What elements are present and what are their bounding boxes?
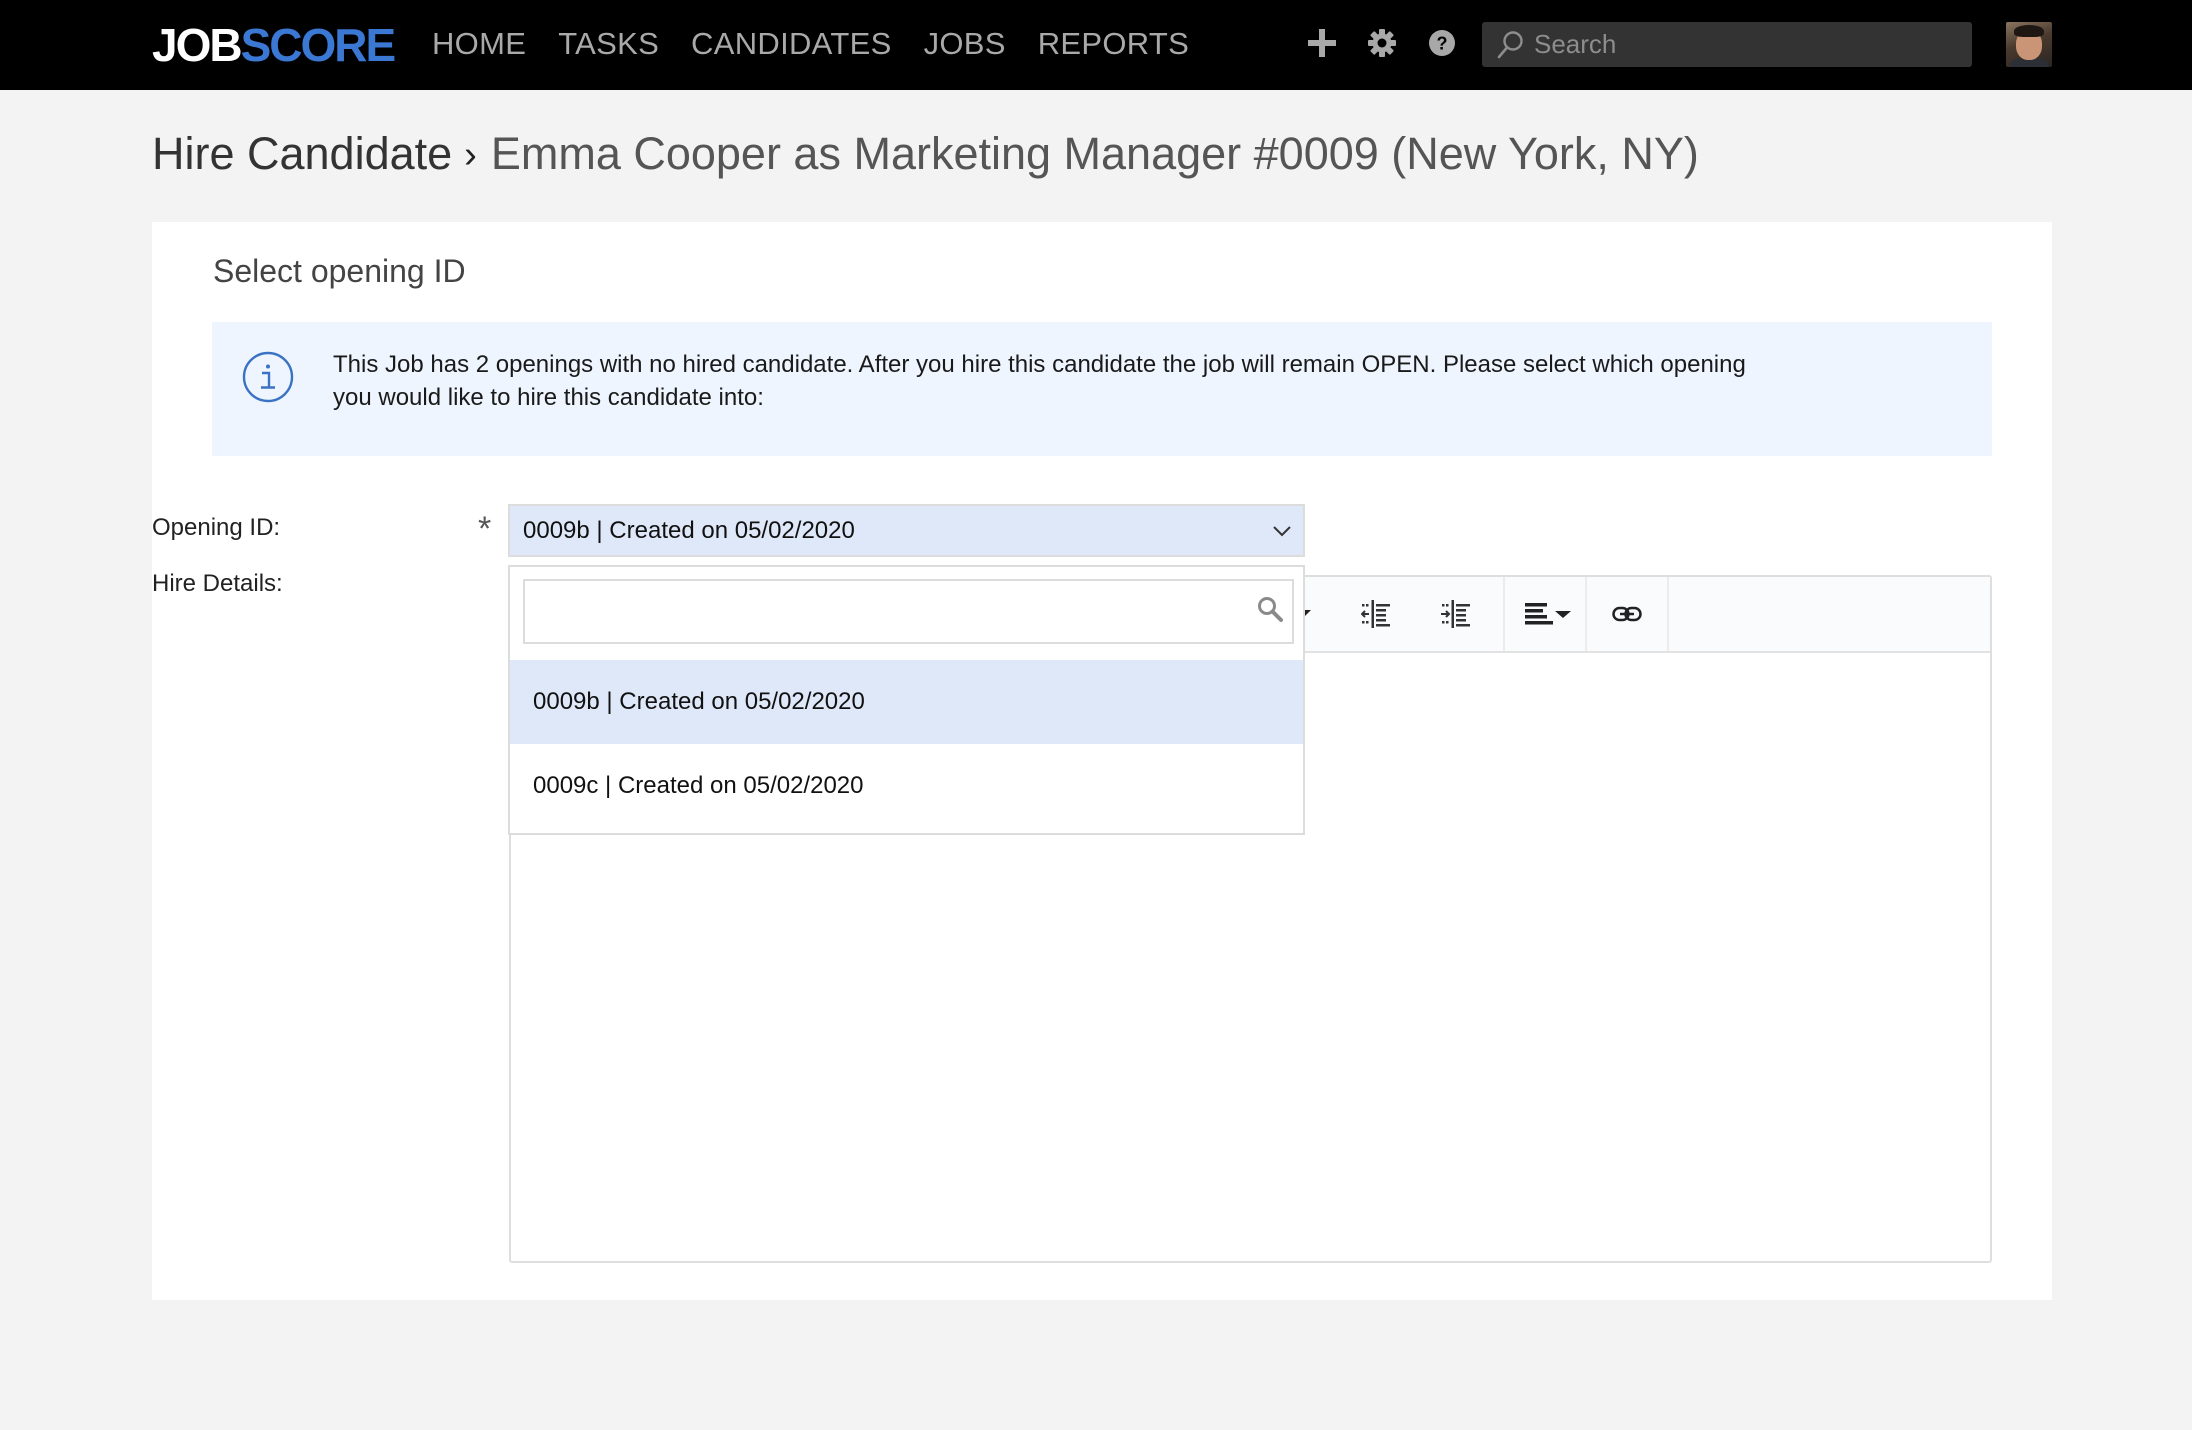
gear-icon[interactable] [1368, 29, 1396, 57]
help-icon[interactable]: ? [1428, 29, 1456, 57]
top-navigation-bar: JOBSCORE HOME TASKS CANDIDATES JOBS REPO… [0, 0, 2192, 90]
option-label: 0009c | Created on 05/02/2020 [533, 772, 864, 799]
chevron-down-icon [1273, 526, 1291, 537]
opening-id-dropdown: 0009b | Created on 05/02/2020 0009c | Cr… [508, 565, 1305, 835]
dropdown-option-0009b[interactable]: 0009b | Created on 05/02/2020 [510, 660, 1303, 744]
hire-details-label: Hire Details: [152, 570, 283, 597]
jobscore-logo[interactable]: JOBSCORE [152, 19, 397, 71]
indent-icon[interactable] [1431, 577, 1481, 651]
link-icon[interactable] [1589, 577, 1665, 651]
page-title: Hire Candidate › Emma Cooper as Marketing … [152, 126, 1699, 185]
user-avatar[interactable] [2006, 22, 2052, 67]
logo-text-score: SCORE [240, 19, 397, 71]
hire-form-panel: Select opening ID This Job has 2 opening… [152, 222, 2052, 1300]
breadcrumb-hire-candidate[interactable]: Hire Candidate [152, 128, 452, 179]
nav-home[interactable]: HOME [432, 24, 526, 64]
breadcrumb-separator-icon: › [464, 134, 477, 176]
option-label: 0009b | Created on 05/02/2020 [533, 688, 865, 715]
toolbar-divider [1585, 577, 1587, 651]
toolbar-divider [1503, 577, 1505, 651]
search-icon [1497, 30, 1523, 58]
info-icon [242, 351, 294, 403]
opening-id-label: Opening ID: [152, 514, 281, 541]
plus-icon[interactable] [1308, 29, 1336, 57]
search-input[interactable] [1532, 28, 1956, 61]
dropdown-search-input[interactable] [533, 581, 1237, 643]
required-asterisk: * [478, 510, 492, 548]
main-nav: HOME TASKS CANDIDATES JOBS REPORTS [432, 24, 1221, 64]
logo-text-job: JOB [152, 19, 243, 71]
dropdown-option-0009c[interactable]: 0009c | Created on 05/02/2020 [510, 744, 1303, 828]
nav-candidates[interactable]: CANDIDATES [691, 24, 892, 64]
outdent-icon[interactable] [1351, 577, 1401, 651]
info-message: This Job has 2 openings with no hired ca… [333, 351, 1746, 411]
svg-text:?: ? [1437, 34, 1448, 54]
dropdown-search-field[interactable] [523, 579, 1294, 644]
align-left-icon[interactable] [1511, 577, 1585, 651]
info-alert: This Job has 2 openings with no hired ca… [212, 322, 1992, 456]
opening-id-selected-value: 0009b | Created on 05/02/2020 [523, 516, 855, 544]
search-icon [1258, 597, 1283, 622]
global-search[interactable] [1482, 22, 1972, 67]
section-heading: Select opening ID [213, 253, 466, 289]
toolbar-divider [1667, 577, 1669, 651]
nav-reports[interactable]: REPORTS [1038, 24, 1189, 64]
nav-tasks[interactable]: TASKS [558, 24, 659, 64]
breadcrumb-current: Emma Cooper as Marketing Manager #0009 (… [490, 128, 1699, 179]
nav-jobs[interactable]: JOBS [924, 24, 1006, 64]
opening-id-select[interactable]: 0009b | Created on 05/02/2020 [508, 504, 1305, 557]
